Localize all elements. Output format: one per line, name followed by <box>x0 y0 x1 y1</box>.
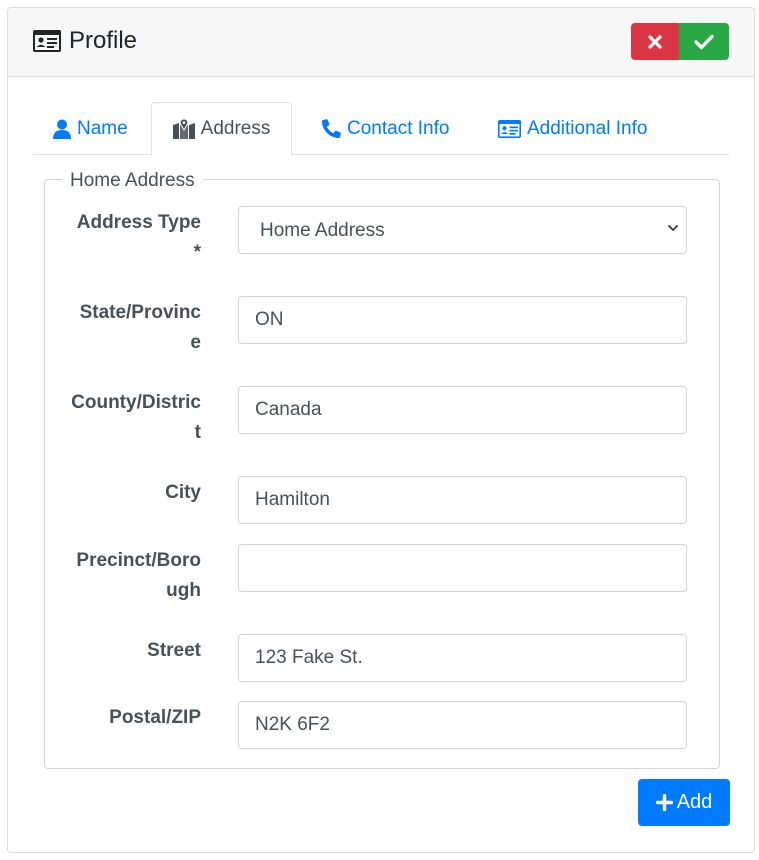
tab-additional-info[interactable]: Additional Info <box>498 102 647 155</box>
add-button-label: Add <box>676 791 713 813</box>
tab-bar: Name Address Contact Info Additional Inf… <box>33 102 729 156</box>
city-input[interactable] <box>238 476 687 524</box>
header-actions <box>631 23 729 60</box>
county-label: County/District <box>71 392 201 443</box>
user-icon <box>53 119 71 139</box>
state-input[interactable] <box>238 296 687 344</box>
map-marked-icon <box>172 119 195 139</box>
postal-label: Postal/ZIP <box>109 707 201 728</box>
city-label: City <box>165 482 201 503</box>
card-header: Profile <box>8 8 754 77</box>
tab-name-label: Name <box>77 117 128 139</box>
page-title-text: Profile <box>69 27 138 54</box>
street-label: Street <box>147 640 201 661</box>
tab-address[interactable]: Address <box>151 102 292 156</box>
state-label: State/Province <box>79 302 201 353</box>
profile-card: Profile Name Address Contact Info Additi… <box>7 7 755 853</box>
cancel-button[interactable] <box>631 23 679 60</box>
address-type-select[interactable]: Home Address <box>238 206 687 254</box>
id-card-icon <box>498 119 521 138</box>
street-input[interactable] <box>238 634 687 682</box>
tab-name[interactable]: Name <box>53 102 128 155</box>
close-icon <box>648 34 662 49</box>
home-address-fieldset: Home Address Address Type* Home Address … <box>44 170 720 769</box>
address-type-label: Address Type* <box>76 212 201 263</box>
county-input[interactable] <box>238 386 687 434</box>
precinct-input[interactable] <box>238 544 687 592</box>
tab-additional-info-label: Additional Info <box>527 117 648 139</box>
tab-contact-info-label: Contact Info <box>347 117 450 139</box>
tab-address-label: Address <box>200 118 271 139</box>
postal-input[interactable] <box>238 701 687 749</box>
tab-contact-info[interactable]: Contact Info <box>322 102 449 155</box>
page-title: Profile <box>33 27 137 55</box>
phone-icon <box>322 119 341 138</box>
check-icon <box>694 34 714 49</box>
plus-icon <box>655 794 673 811</box>
precinct-label: Precinct/Borough <box>76 550 201 601</box>
save-button[interactable] <box>679 23 729 60</box>
fieldset-legend: Home Address <box>62 170 203 192</box>
id-card-icon <box>33 30 61 52</box>
add-button[interactable]: Add <box>638 779 730 826</box>
address-type-wrapper: Home Address <box>238 206 687 254</box>
